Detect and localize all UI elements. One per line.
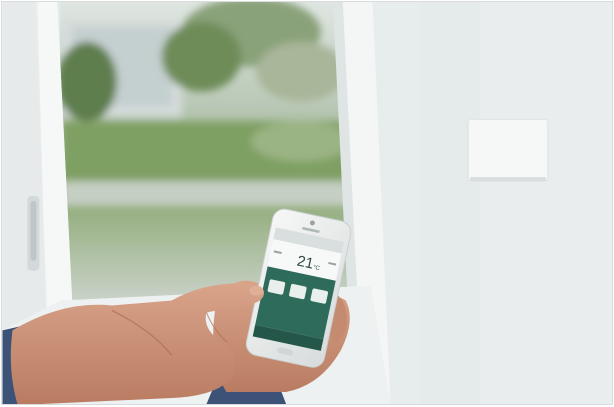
- wall-thermostat: [467, 118, 549, 182]
- photo-scene: 21 °C: [1, 1, 613, 405]
- photo-illustration: 21 °C: [2, 2, 612, 404]
